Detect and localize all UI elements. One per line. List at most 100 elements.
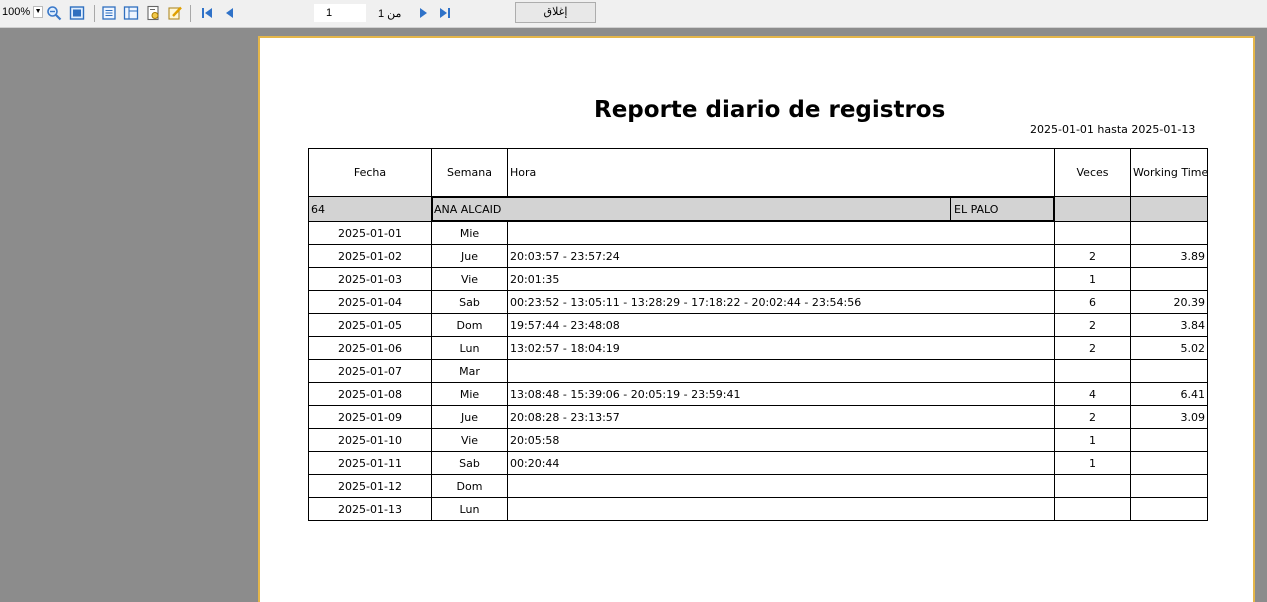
cell-semana: Dom bbox=[431, 474, 508, 498]
cell-semana: Mie bbox=[431, 382, 508, 406]
cell-working-time bbox=[1130, 474, 1208, 498]
cell-hora: 00:20:44 bbox=[507, 451, 1055, 475]
table-row: 2025-01-09 Jue 20:08:28 - 23:13:57 2 3.09 bbox=[308, 405, 1208, 429]
chevron-down-icon[interactable]: ▼ bbox=[33, 6, 44, 18]
group-name-cell: ANA ALCAID EL PALO bbox=[431, 196, 1055, 222]
cell-fecha: 2025-01-08 bbox=[308, 382, 432, 406]
table-row: 2025-01-02 Jue 20:03:57 - 23:57:24 2 3.89 bbox=[308, 244, 1208, 268]
page-view-icon[interactable] bbox=[69, 5, 85, 21]
page-number-input[interactable]: 1 bbox=[314, 4, 366, 22]
cell-veces: 2 bbox=[1054, 313, 1131, 337]
table-row: 2025-01-10 Vie 20:05:58 1 bbox=[308, 428, 1208, 452]
cell-hora: 20:03:57 - 23:57:24 bbox=[507, 244, 1055, 268]
cell-semana: Mar bbox=[431, 359, 508, 383]
cell-veces: 1 bbox=[1054, 428, 1131, 452]
table-row: 2025-01-03 Vie 20:01:35 1 bbox=[308, 267, 1208, 291]
cell-veces bbox=[1054, 359, 1131, 383]
header-working-time: Working Time bbox=[1130, 148, 1208, 197]
cell-hora: 20:08:28 - 23:13:57 bbox=[507, 405, 1055, 429]
table-row: 2025-01-13 Lun bbox=[308, 497, 1208, 521]
group-name: ANA ALCAID bbox=[432, 197, 951, 221]
cell-fecha: 2025-01-05 bbox=[308, 313, 432, 337]
cell-working-time: 6.41 bbox=[1130, 382, 1208, 406]
cell-hora: 19:57:44 - 23:48:08 bbox=[507, 313, 1055, 337]
header-fecha: Fecha bbox=[308, 148, 432, 197]
report-date-range: 2025-01-01 hasta 2025-01-13 bbox=[1030, 123, 1196, 136]
cell-veces: 6 bbox=[1054, 290, 1131, 314]
header-semana: Semana bbox=[431, 148, 508, 197]
cell-hora bbox=[507, 474, 1055, 498]
previous-page-icon[interactable] bbox=[222, 5, 238, 21]
cell-hora: 13:02:57 - 18:04:19 bbox=[507, 336, 1055, 360]
table-row: 2025-01-05 Dom 19:57:44 - 23:48:08 2 3.84 bbox=[308, 313, 1208, 337]
cell-semana: Lun bbox=[431, 336, 508, 360]
next-page-icon[interactable] bbox=[415, 5, 431, 21]
cell-hora bbox=[507, 221, 1055, 245]
layout-icon[interactable] bbox=[123, 5, 139, 21]
cell-fecha: 2025-01-06 bbox=[308, 336, 432, 360]
header-hora: Hora bbox=[507, 148, 1055, 197]
group-subtable: ANA ALCAID EL PALO bbox=[432, 197, 1054, 221]
cell-working-time bbox=[1130, 359, 1208, 383]
group-id: 64 bbox=[308, 196, 432, 222]
zoom-out-icon[interactable] bbox=[46, 5, 62, 21]
cell-fecha: 2025-01-12 bbox=[308, 474, 432, 498]
page-count-label: من 1 bbox=[378, 8, 402, 20]
edit-icon[interactable] bbox=[167, 5, 183, 21]
table-row: 2025-01-12 Dom bbox=[308, 474, 1208, 498]
print-preview-icon[interactable] bbox=[101, 5, 117, 21]
cell-fecha: 2025-01-13 bbox=[308, 497, 432, 521]
cell-semana: Vie bbox=[431, 428, 508, 452]
cell-semana: Jue bbox=[431, 405, 508, 429]
cell-working-time: 3.89 bbox=[1130, 244, 1208, 268]
cell-working-time: 20.39 bbox=[1130, 290, 1208, 314]
zoom-value: 100% bbox=[2, 6, 31, 18]
report-title: Reporte diario de registros bbox=[594, 97, 946, 123]
cell-veces: 2 bbox=[1054, 405, 1131, 429]
cell-veces: 1 bbox=[1054, 267, 1131, 291]
cell-fecha: 2025-01-02 bbox=[308, 244, 432, 268]
cell-semana: Lun bbox=[431, 497, 508, 521]
cell-veces: 2 bbox=[1054, 244, 1131, 268]
cell-working-time bbox=[1130, 497, 1208, 521]
cell-working-time bbox=[1130, 221, 1208, 245]
cell-working-time: 3.09 bbox=[1130, 405, 1208, 429]
cell-semana: Sab bbox=[431, 290, 508, 314]
cell-working-time: 5.02 bbox=[1130, 336, 1208, 360]
cell-hora: 13:08:48 - 15:39:06 - 20:05:19 - 23:59:4… bbox=[507, 382, 1055, 406]
cell-fecha: 2025-01-10 bbox=[308, 428, 432, 452]
cell-fecha: 2025-01-11 bbox=[308, 451, 432, 475]
cell-hora: 20:01:35 bbox=[507, 267, 1055, 291]
cell-veces bbox=[1054, 474, 1131, 498]
last-page-icon[interactable] bbox=[437, 5, 453, 21]
cell-working-time bbox=[1130, 451, 1208, 475]
group-veces-cell bbox=[1054, 196, 1131, 222]
group-row: 64 ANA ALCAID EL PALO bbox=[308, 196, 1208, 222]
table-row: 2025-01-06 Lun 13:02:57 - 18:04:19 2 5.02 bbox=[308, 336, 1208, 360]
table-row: 2025-01-08 Mie 13:08:48 - 15:39:06 - 20:05… bbox=[308, 382, 1208, 406]
cell-fecha: 2025-01-04 bbox=[308, 290, 432, 314]
cell-working-time: 3.84 bbox=[1130, 313, 1208, 337]
page-setup-icon[interactable] bbox=[145, 5, 161, 21]
cell-semana: Jue bbox=[431, 244, 508, 268]
cell-fecha: 2025-01-01 bbox=[308, 221, 432, 245]
cell-veces: 4 bbox=[1054, 382, 1131, 406]
table-row: 2025-01-11 Sab 00:20:44 1 bbox=[308, 451, 1208, 475]
cell-semana: Sab bbox=[431, 451, 508, 475]
cell-fecha: 2025-01-07 bbox=[308, 359, 432, 383]
cell-hora bbox=[507, 359, 1055, 383]
cell-semana: Dom bbox=[431, 313, 508, 337]
cell-semana: Vie bbox=[431, 267, 508, 291]
zoom-select[interactable]: 100% ▼ bbox=[2, 6, 44, 18]
cell-veces: 2 bbox=[1054, 336, 1131, 360]
viewer-toolbar: 100% ▼ 1 من 1 إغلاق bbox=[0, 0, 1267, 28]
cell-hora: 20:05:58 bbox=[507, 428, 1055, 452]
table-row: 2025-01-01 Mie bbox=[308, 221, 1208, 245]
cell-hora bbox=[507, 497, 1055, 521]
close-button[interactable]: إغلاق bbox=[515, 2, 596, 23]
table-row: 2025-01-04 Sab 00:23:52 - 13:05:11 - 13:28… bbox=[308, 290, 1208, 314]
cell-semana: Mie bbox=[431, 221, 508, 245]
toolbar-divider bbox=[94, 5, 95, 22]
first-page-icon[interactable] bbox=[199, 5, 215, 21]
header-veces: Veces bbox=[1054, 148, 1131, 197]
